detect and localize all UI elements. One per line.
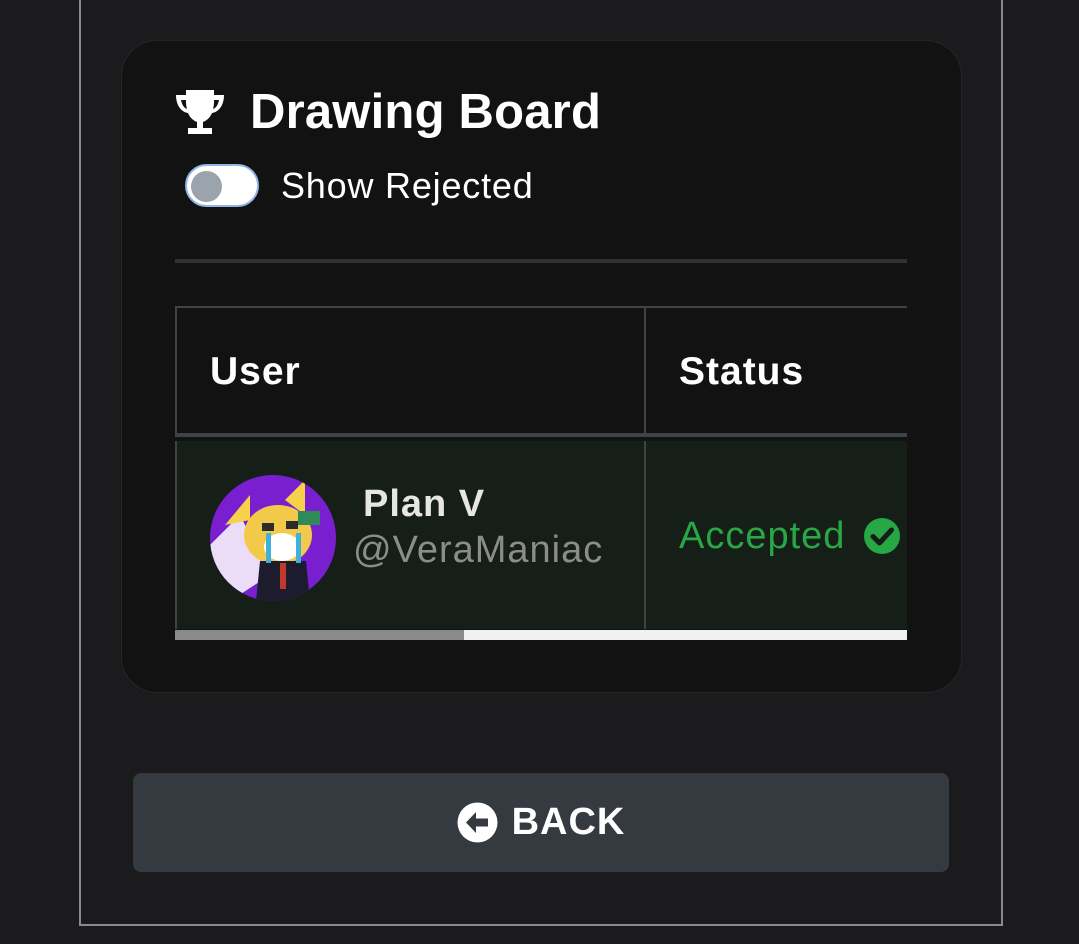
header-cell-status: Status: [644, 308, 907, 433]
status-badge: Accepted: [679, 515, 846, 557]
check-circle-icon: [864, 518, 900, 554]
trophy-icon: [176, 90, 224, 134]
show-rejected-row: Show Rejected: [185, 164, 534, 207]
toggle-knob: [191, 171, 222, 202]
user-handle[interactable]: @VeraManiac: [353, 529, 603, 572]
avatar[interactable]: [210, 475, 336, 601]
column-header-user: User: [210, 350, 301, 393]
header-cell-user: User: [175, 308, 645, 433]
user-display-name[interactable]: Plan V: [363, 483, 485, 526]
arrow-circle-left-icon: [457, 802, 498, 843]
table-header-row: User Status: [175, 306, 907, 437]
card-header: Drawing Board: [174, 84, 601, 140]
show-rejected-toggle[interactable]: [185, 164, 259, 207]
user-cell: Plan V @VeraManiac: [175, 441, 645, 629]
back-button-label: BACK: [511, 801, 626, 843]
column-header-status: Status: [679, 350, 805, 393]
back-button[interactable]: BACK: [133, 773, 949, 872]
submissions-table: User Status Plan V @VeraManiac Accepted: [175, 306, 907, 640]
table-row: Plan V @VeraManiac Accepted: [175, 441, 907, 629]
page-title: Drawing Board: [250, 85, 602, 139]
status-cell: Accepted: [644, 441, 907, 629]
scrollbar-thumb[interactable]: [175, 630, 464, 640]
avatar-image: [210, 475, 336, 601]
divider: [175, 259, 907, 263]
show-rejected-label: Show Rejected: [281, 164, 534, 206]
horizontal-scrollbar[interactable]: [175, 630, 907, 640]
